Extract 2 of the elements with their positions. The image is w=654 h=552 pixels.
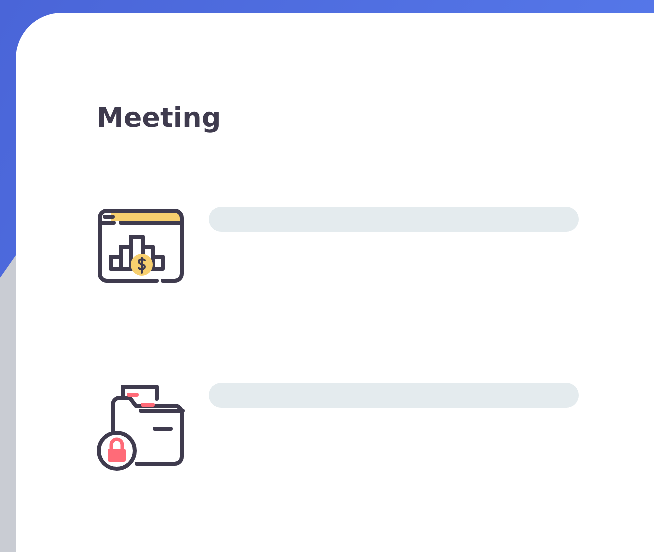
card-title: Meeting	[97, 102, 222, 136]
locked-folder-icon	[97, 383, 185, 473]
